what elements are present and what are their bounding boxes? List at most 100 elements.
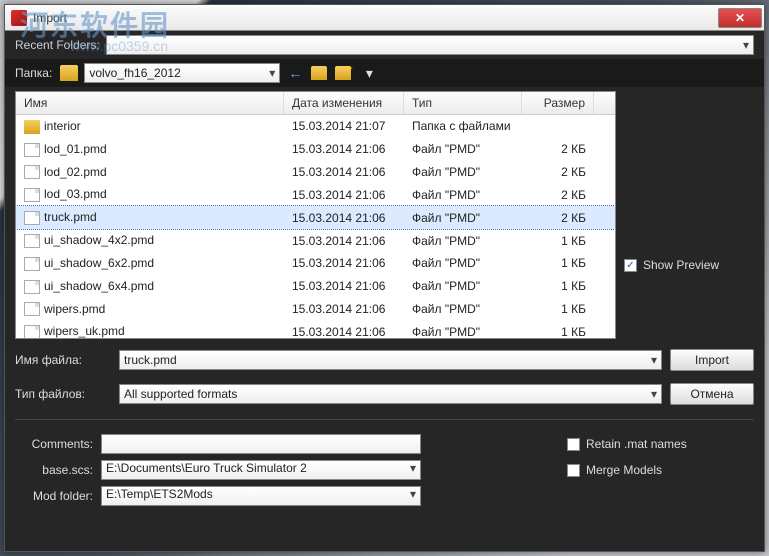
merge-models-row[interactable]: Merge Models	[567, 463, 662, 477]
back-button[interactable]: ←	[284, 63, 306, 83]
basescs-value: E:\Documents\Euro Truck Simulator 2	[106, 461, 307, 475]
app-icon	[11, 10, 27, 26]
basescs-row: base.scs: E:\Documents\Euro Truck Simula…	[15, 460, 754, 480]
file-row[interactable]: lod_03.pmd15.03.2014 21:06Файл "PMD"2 КБ	[16, 183, 615, 206]
file-type-cell: Файл "PMD"	[404, 277, 522, 295]
file-row[interactable]: truck.pmd15.03.2014 21:06Файл "PMD"2 КБ	[16, 206, 615, 229]
column-date[interactable]: Дата изменения	[284, 92, 404, 114]
comments-label: Comments:	[15, 437, 93, 451]
column-size[interactable]: Размер	[522, 92, 594, 114]
file-type-cell: Файл "PMD"	[404, 323, 522, 339]
filetype-label: Тип файлов:	[15, 387, 111, 401]
file-size-cell: 1 КБ	[522, 232, 594, 250]
file-name-cell: lod_01.pmd	[16, 140, 284, 159]
file-row[interactable]: ui_shadow_6x2.pmd15.03.2014 21:06Файл "P…	[16, 252, 615, 275]
close-button[interactable]: ✕	[718, 8, 762, 28]
column-name[interactable]: Имя	[16, 92, 284, 114]
show-preview-label: Show Preview	[643, 258, 719, 272]
file-row[interactable]: wipers_uk.pmd15.03.2014 21:06Файл "PMD"1…	[16, 320, 615, 339]
comments-row: Comments: Retain .mat names	[15, 434, 754, 454]
file-date-cell: 15.03.2014 21:07	[284, 117, 404, 135]
file-area: Имя Дата изменения Тип Размер interior15…	[5, 87, 764, 343]
modfolder-label: Mod folder:	[15, 489, 93, 503]
file-rows: interior15.03.2014 21:07Папка с файламиl…	[16, 115, 615, 339]
file-date-cell: 15.03.2014 21:06	[284, 186, 404, 204]
file-name-cell: lod_03.pmd	[16, 185, 284, 204]
filename-label: Имя файла:	[15, 353, 111, 367]
file-name-cell: wipers_uk.pmd	[16, 322, 284, 339]
file-name-cell: ui_shadow_4x2.pmd	[16, 231, 284, 250]
file-type-cell: Файл "PMD"	[404, 186, 522, 204]
file-row[interactable]: ui_shadow_4x2.pmd15.03.2014 21:06Файл "P…	[16, 229, 615, 252]
file-name-cell: truck.pmd	[16, 208, 284, 227]
up-folder-icon[interactable]	[310, 64, 330, 82]
new-folder-icon[interactable]: ✦	[334, 64, 354, 82]
filetype-value: All supported formats	[124, 387, 237, 401]
file-row[interactable]: lod_01.pmd15.03.2014 21:06Файл "PMD"2 КБ	[16, 138, 615, 161]
file-size-cell: 2 КБ	[522, 163, 594, 181]
file-icon	[24, 211, 40, 225]
filetype-combo[interactable]: All supported formats	[119, 384, 662, 404]
retain-mat-row[interactable]: Retain .mat names	[567, 437, 687, 451]
current-folder-combo[interactable]: volvo_fh16_2012	[84, 63, 280, 83]
file-row[interactable]: wipers.pmd15.03.2014 21:06Файл "PMD"1 КБ	[16, 298, 615, 321]
file-size-cell: 1 КБ	[522, 254, 594, 272]
window-title: Import	[33, 11, 718, 25]
file-row[interactable]: interior15.03.2014 21:07Папка с файлами	[16, 115, 615, 138]
filename-input[interactable]: truck.pmd	[119, 350, 662, 370]
file-size-cell: 1 КБ	[522, 277, 594, 295]
file-type-cell: Файл "PMD"	[404, 163, 522, 181]
file-icon	[24, 257, 40, 271]
file-date-cell: 15.03.2014 21:06	[284, 232, 404, 250]
file-type-cell: Файл "PMD"	[404, 300, 522, 318]
folder-label: Папка:	[15, 66, 52, 80]
cancel-button[interactable]: Отмена	[670, 383, 754, 405]
file-icon	[24, 280, 40, 294]
file-date-cell: 15.03.2014 21:06	[284, 300, 404, 318]
bottom-options: Comments: Retain .mat names base.scs: E:…	[5, 428, 764, 518]
file-list[interactable]: Имя Дата изменения Тип Размер interior15…	[15, 91, 616, 339]
retain-mat-checkbox[interactable]	[567, 438, 580, 451]
column-type[interactable]: Тип	[404, 92, 522, 114]
filename-row: Имя файла: truck.pmd Import	[5, 343, 764, 377]
file-name-cell: lod_02.pmd	[16, 163, 284, 182]
comments-input[interactable]	[101, 434, 421, 454]
file-name-cell: wipers.pmd	[16, 300, 284, 319]
file-size-cell: 2 КБ	[522, 209, 594, 227]
file-type-cell: Файл "PMD"	[404, 254, 522, 272]
basescs-combo[interactable]: E:\Documents\Euro Truck Simulator 2	[101, 460, 421, 480]
file-size-cell: 2 КБ	[522, 186, 594, 204]
view-menu-button[interactable]: ▾	[358, 63, 380, 83]
filename-value: truck.pmd	[124, 353, 177, 367]
window-controls: ✕	[718, 8, 764, 28]
folder-nav-row: Папка: volvo_fh16_2012 ← ✦ ▾	[5, 59, 764, 87]
recent-folders-combo[interactable]	[106, 35, 754, 55]
titlebar[interactable]: Import ✕	[5, 5, 764, 31]
file-type-cell: Файл "PMD"	[404, 209, 522, 227]
modfolder-row: Mod folder: E:\Temp\ETS2Mods	[15, 486, 754, 506]
retain-mat-label: Retain .mat names	[586, 437, 687, 451]
current-folder-name: volvo_fh16_2012	[89, 66, 180, 80]
folder-icon	[24, 120, 40, 134]
modfolder-value: E:\Temp\ETS2Mods	[106, 487, 213, 501]
basescs-label: base.scs:	[15, 463, 93, 477]
file-row[interactable]: ui_shadow_6x4.pmd15.03.2014 21:06Файл "P…	[16, 275, 615, 298]
show-preview-checkbox[interactable]: ✓	[624, 259, 637, 272]
file-icon	[24, 188, 40, 202]
show-preview-row[interactable]: ✓ Show Preview	[624, 258, 719, 272]
file-size-cell: 1 КБ	[522, 323, 594, 339]
divider	[15, 419, 754, 420]
merge-models-label: Merge Models	[586, 463, 662, 477]
file-size-cell: 1 КБ	[522, 300, 594, 318]
file-date-cell: 15.03.2014 21:06	[284, 277, 404, 295]
file-icon	[24, 302, 40, 316]
modfolder-combo[interactable]: E:\Temp\ETS2Mods	[101, 486, 421, 506]
merge-models-checkbox[interactable]	[567, 464, 580, 477]
file-row[interactable]: lod_02.pmd15.03.2014 21:06Файл "PMD"2 КБ	[16, 161, 615, 184]
folder-icon	[60, 65, 78, 81]
file-date-cell: 15.03.2014 21:06	[284, 163, 404, 181]
import-button[interactable]: Import	[670, 349, 754, 371]
dialog-content: Recent Folders: Папка: volvo_fh16_2012 ←…	[5, 31, 764, 551]
file-size-cell	[522, 124, 594, 128]
file-name-cell: interior	[16, 117, 284, 136]
